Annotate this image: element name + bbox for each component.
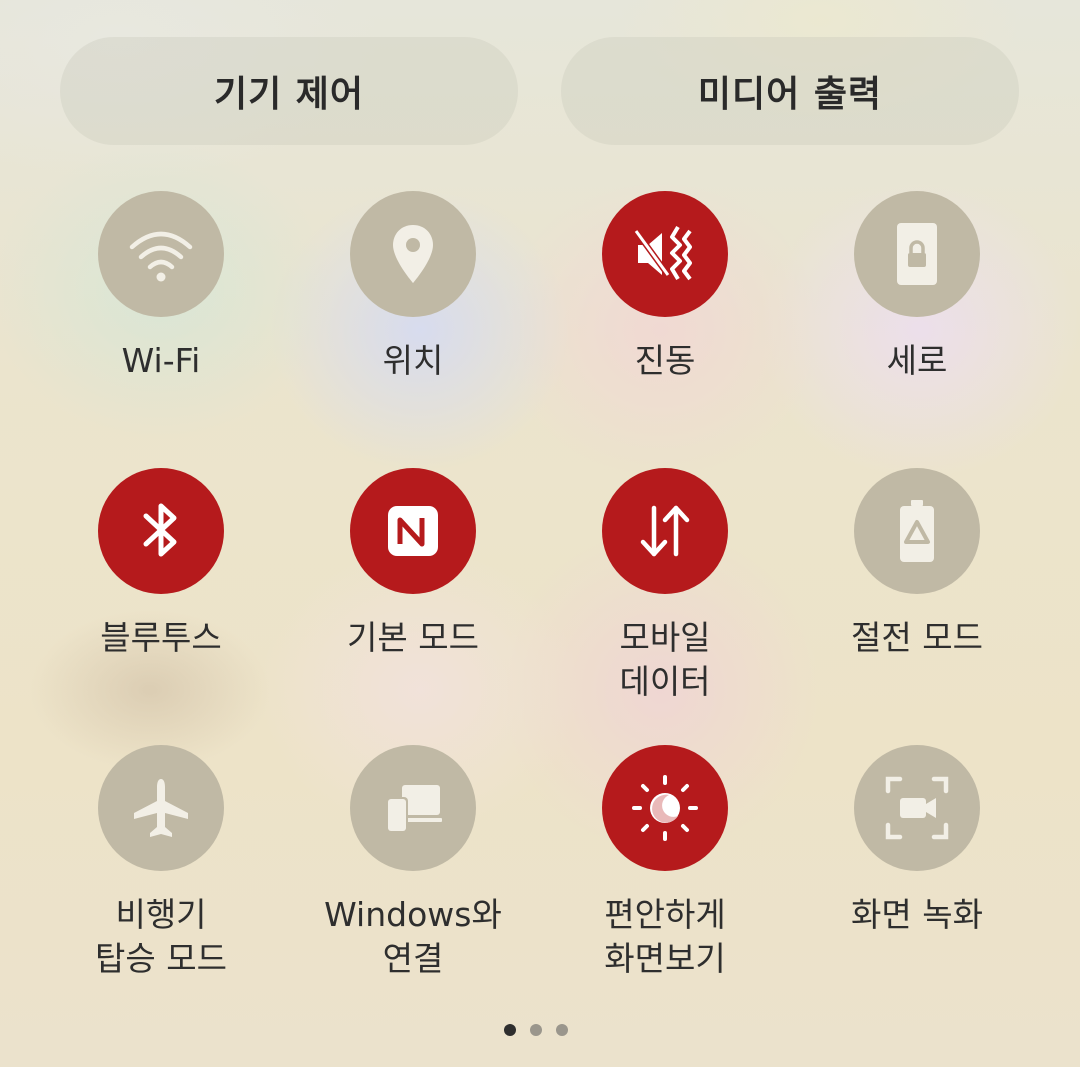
tile-label: 비행기 탑승 모드 <box>95 895 227 978</box>
portrait-lock-icon <box>897 223 937 285</box>
tile-airplane[interactable]: 비행기 탑승 모드 <box>35 745 287 1005</box>
eye-comfort-icon <box>632 775 698 841</box>
nfc-icon <box>388 506 438 556</box>
wifi-toggle[interactable] <box>98 191 224 317</box>
airplane-icon <box>134 779 188 837</box>
tile-nfc[interactable]: 기본 모드 <box>287 468 539 728</box>
link-to-windows-toggle[interactable] <box>350 745 476 871</box>
bluetooth-icon <box>143 503 177 557</box>
tile-wifi[interactable]: Wi-Fi <box>35 191 287 451</box>
tile-label: 블루투스 <box>100 618 222 657</box>
mobile-data-toggle[interactable] <box>602 468 728 594</box>
screen-recorder-icon <box>885 776 949 840</box>
portrait-toggle[interactable] <box>854 191 980 317</box>
tile-mobile-data[interactable]: 모바일 데이터 <box>539 468 791 728</box>
mobile-data-icon <box>640 505 690 557</box>
location-toggle[interactable] <box>350 191 476 317</box>
airplane-toggle[interactable] <box>98 745 224 871</box>
tile-portrait[interactable]: 세로 <box>791 191 1043 451</box>
page-dot[interactable] <box>504 1024 516 1036</box>
tile-link-to-windows[interactable]: Windows와 연결 <box>287 745 539 1005</box>
media-output-button[interactable]: 미디어 출력 <box>561 37 1019 145</box>
tile-label: 위치 <box>382 341 444 380</box>
bluetooth-toggle[interactable] <box>98 468 224 594</box>
tile-label: 모바일 데이터 <box>619 618 711 701</box>
page-dot[interactable] <box>530 1024 542 1036</box>
tile-label: 진동 <box>634 341 696 380</box>
tile-location[interactable]: 위치 <box>287 191 539 451</box>
tile-vibrate[interactable]: 진동 <box>539 191 791 451</box>
tile-screen-recorder[interactable]: 화면 녹화 <box>791 745 1043 1005</box>
nfc-toggle[interactable] <box>350 468 476 594</box>
vibrate-icon <box>633 225 692 281</box>
device-control-button[interactable]: 기기 제어 <box>60 37 518 145</box>
tile-label: Windows와 연결 <box>324 895 502 978</box>
wifi-icon <box>129 231 193 282</box>
tile-label: Wi-Fi <box>121 341 201 380</box>
tile-label: 절전 모드 <box>851 618 983 657</box>
tile-label: 화면 녹화 <box>851 895 983 934</box>
tile-eye-comfort[interactable]: 편안하게 화면보기 <box>539 745 791 1005</box>
tile-label: 세로 <box>886 341 948 380</box>
page-indicator <box>504 1024 568 1036</box>
eye-comfort-toggle[interactable] <box>602 745 728 871</box>
screen-recorder-toggle[interactable] <box>854 745 980 871</box>
vibrate-toggle[interactable] <box>602 191 728 317</box>
media-output-label: 미디어 출력 <box>697 74 883 115</box>
location-pin-icon <box>393 225 433 283</box>
power-saving-icon <box>900 500 934 562</box>
tile-power-saving[interactable]: 절전 모드 <box>791 468 1043 728</box>
link-to-windows-icon <box>386 785 442 833</box>
power-saving-toggle[interactable] <box>854 468 980 594</box>
tile-label: 기본 모드 <box>347 618 479 657</box>
device-control-label: 기기 제어 <box>213 74 364 115</box>
tile-label: 편안하게 화면보기 <box>604 895 726 978</box>
page-dot[interactable] <box>556 1024 568 1036</box>
tile-bluetooth[interactable]: 블루투스 <box>35 468 287 728</box>
